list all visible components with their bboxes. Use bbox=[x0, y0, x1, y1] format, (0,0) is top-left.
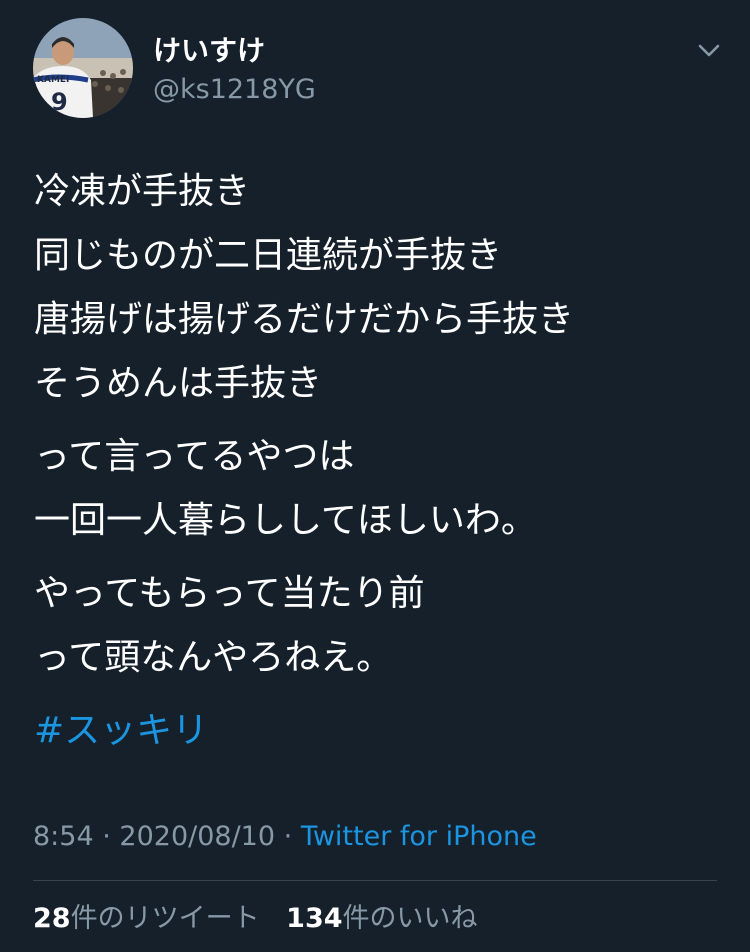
retweets-count: 28 bbox=[33, 903, 71, 934]
display-name[interactable]: けいすけ bbox=[153, 34, 265, 68]
tweet-menu-button[interactable] bbox=[692, 36, 726, 66]
tweet-source-link[interactable]: Twitter for iPhone bbox=[301, 821, 537, 852]
tweet-date: 2020/08/10 bbox=[119, 821, 276, 852]
meta-separator: · bbox=[283, 821, 293, 852]
tweet-line: 冷凍が手抜き bbox=[34, 171, 251, 212]
tweet-paragraph: やってもらって当たり前 って頭なんやろねえ。 bbox=[34, 562, 724, 690]
likes-label: 件のいいね bbox=[342, 903, 478, 934]
hashtag-link[interactable]: #スッキリ bbox=[34, 699, 724, 763]
retweets-label: 件のリツイート bbox=[70, 903, 260, 934]
chevron-down-icon bbox=[698, 44, 720, 57]
avatar[interactable]: KAMEI 9 bbox=[33, 18, 133, 118]
user-handle[interactable]: @ks1218YG bbox=[153, 74, 316, 106]
likes-count: 134 bbox=[286, 903, 343, 934]
tweet-line: そうめんは手抜き bbox=[34, 363, 323, 404]
tweet-time: 8:54 bbox=[33, 821, 94, 852]
tweet-line: やってもらって当たり前 bbox=[34, 573, 425, 614]
tweet-meta: 8:54 · 2020/08/10 · Twitter for iPhone bbox=[33, 820, 537, 854]
avatar-photo: KAMEI 9 bbox=[33, 18, 133, 118]
tweet-line: って言ってるやつは bbox=[34, 436, 355, 477]
tweet-stats: 28件のリツイート 134件のいいね bbox=[33, 902, 478, 936]
tweet-line: 一回一人暮らししてほしいわ。 bbox=[34, 500, 537, 541]
tweet-paragraph: って言ってるやつは 一回一人暮らししてほしいわ。 bbox=[34, 425, 724, 553]
divider bbox=[33, 880, 717, 881]
tweet-line: って頭なんやろねえ。 bbox=[34, 637, 393, 678]
svg-text:9: 9 bbox=[51, 88, 68, 116]
tweet-text: 冷凍が手抜き 同じものが二日連続が手抜き 唐揚げは揚げるだけだから手抜き そうめ… bbox=[34, 160, 724, 763]
tweet-line: 唐揚げは揚げるだけだから手抜き bbox=[34, 299, 575, 340]
tweet-line: 同じものが二日連続が手抜き bbox=[34, 235, 503, 276]
tweet-detail: KAMEI 9 けいすけ @ks1218YG 冷凍が手抜き 同じものが二日連続が… bbox=[0, 0, 750, 952]
meta-separator: · bbox=[102, 821, 111, 852]
tweet-paragraph: 冷凍が手抜き 同じものが二日連続が手抜き 唐揚げは揚げるだけだから手抜き そうめ… bbox=[34, 160, 724, 416]
retweets-stat[interactable]: 28件のリツイート bbox=[33, 903, 260, 934]
likes-stat[interactable]: 134件のいいね bbox=[286, 903, 477, 934]
svg-text:KAMEI: KAMEI bbox=[37, 75, 69, 85]
